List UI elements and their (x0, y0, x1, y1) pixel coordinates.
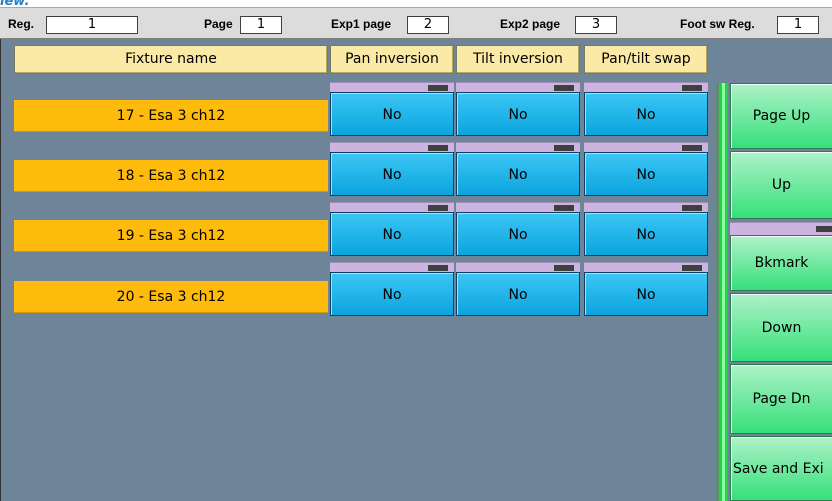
tilt-indicator-strip (456, 262, 580, 272)
pan-inversion-button-row-3[interactable]: No (330, 212, 454, 256)
indicator-mark (428, 205, 448, 211)
fixture-name-row-2: 18 - Esa 3 ch12 (14, 160, 328, 192)
scroll-bar-highlight (722, 83, 725, 501)
pan-tilt-swap-button-row-1[interactable]: No (584, 92, 708, 136)
reg-label: Reg. (8, 17, 35, 31)
indicator-mark (428, 265, 448, 271)
tilt-indicator-strip (456, 82, 580, 92)
down-button[interactable]: Down (730, 293, 832, 362)
tilt-indicator-strip (456, 142, 580, 152)
status-bar: Reg. 1 Page 1 Exp1 page 2 Exp2 page 3 Fo… (0, 7, 832, 39)
exp1-page-label: Exp1 page (331, 17, 392, 31)
indicator-mark (554, 145, 574, 151)
swap-indicator-strip (584, 82, 708, 92)
swap-indicator-strip (584, 202, 708, 212)
column-header-fixture-name: Fixture name (14, 45, 328, 74)
fixture-name-row-1: 17 - Esa 3 ch12 (14, 100, 328, 132)
pan-inversion-button-row-2[interactable]: No (330, 152, 454, 196)
top-strip: iew. (0, 0, 832, 9)
pan-tilt-swap-button-row-2[interactable]: No (584, 152, 708, 196)
tilt-inversion-button-row-4[interactable]: No (456, 272, 580, 316)
indicator-mark (682, 145, 702, 151)
page-up-button[interactable]: Page Up (730, 83, 832, 149)
exp2-page-value-field[interactable]: 3 (575, 16, 617, 34)
foot-sw-reg-value-field[interactable]: 1 (777, 16, 819, 34)
column-header-pan-tilt-swap: Pan/tilt swap (584, 45, 708, 74)
column-header-tilt-inversion: Tilt inversion (456, 45, 580, 74)
column-header-pan-inversion: Pan inversion (330, 45, 454, 74)
reg-value-field[interactable]: 1 (46, 16, 138, 34)
fixture-name-row-4: 20 - Esa 3 ch12 (14, 281, 328, 313)
pan-indicator-strip (330, 202, 454, 212)
foot-sw-reg-label: Foot sw Reg. (680, 17, 755, 31)
indicator-mark (554, 265, 574, 271)
page-value-field[interactable]: 1 (240, 16, 282, 34)
pan-indicator-strip (330, 262, 454, 272)
indicator-mark (428, 85, 448, 91)
pan-indicator-strip (330, 82, 454, 92)
fixture-name-row-3: 19 - Esa 3 ch12 (14, 220, 328, 252)
indicator-mark (682, 265, 702, 271)
pan-indicator-strip (330, 142, 454, 152)
scroll-position-bar (716, 83, 728, 501)
pan-inversion-button-row-1[interactable]: No (330, 92, 454, 136)
swap-indicator-strip (584, 262, 708, 272)
tilt-inversion-button-row-3[interactable]: No (456, 212, 580, 256)
tilt-inversion-button-row-2[interactable]: No (456, 152, 580, 196)
page-down-button[interactable]: Page Dn (730, 364, 832, 434)
exp1-page-value-field[interactable]: 2 (407, 16, 449, 34)
bookmark-button[interactable]: Bkmark (730, 235, 832, 291)
pan-inversion-button-row-4[interactable]: No (330, 272, 454, 316)
exp2-page-label: Exp2 page (500, 17, 561, 31)
bookmark-indicator-strip (730, 222, 832, 235)
indicator-mark (816, 226, 832, 232)
indicator-mark (554, 85, 574, 91)
page-label: Page (204, 17, 233, 31)
indicator-mark (428, 145, 448, 151)
tilt-inversion-button-row-1[interactable]: No (456, 92, 580, 136)
indicator-mark (682, 205, 702, 211)
swap-indicator-strip (584, 142, 708, 152)
indicator-mark (554, 205, 574, 211)
pan-tilt-swap-button-row-4[interactable]: No (584, 272, 708, 316)
tilt-indicator-strip (456, 202, 580, 212)
pan-tilt-swap-button-row-3[interactable]: No (584, 212, 708, 256)
indicator-mark (682, 85, 702, 91)
up-button[interactable]: Up (730, 151, 832, 219)
save-and-exit-button[interactable]: Save and Exi (730, 436, 832, 501)
